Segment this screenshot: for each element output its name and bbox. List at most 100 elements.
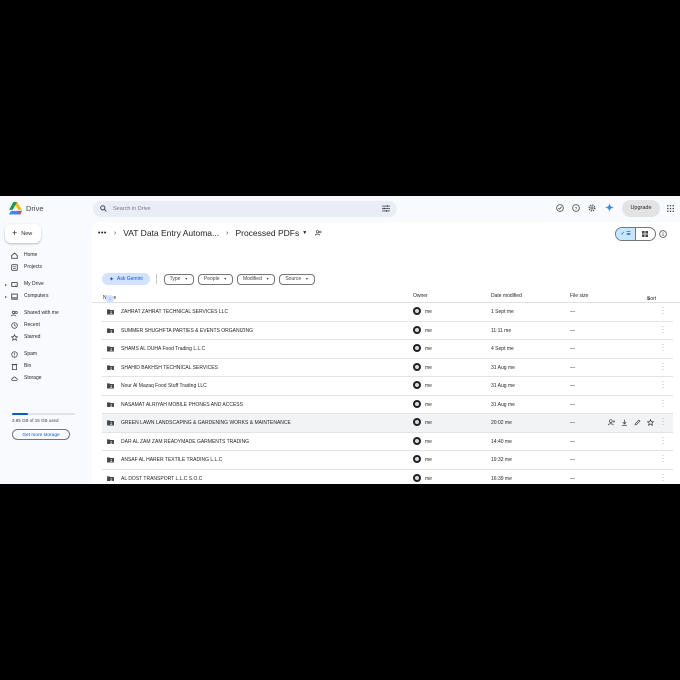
breadcrumb-folder[interactable]: VAT Data Entry Automa... bbox=[123, 228, 219, 238]
more-actions-icon[interactable]: · · · bbox=[661, 324, 665, 336]
gemini-icon[interactable] bbox=[605, 203, 614, 212]
more-actions-icon[interactable]: · · · bbox=[661, 435, 665, 447]
upgrade-button[interactable]: Upgrade bbox=[622, 200, 660, 217]
file-date: 31 Aug me bbox=[491, 401, 515, 408]
search-bar[interactable] bbox=[93, 201, 397, 217]
storage-usage-text: 3.85 GB of 15 GB used bbox=[12, 418, 59, 423]
more-actions-icon[interactable]: · · · bbox=[661, 361, 665, 373]
column-header-owner[interactable]: Owner bbox=[413, 293, 428, 299]
apps-grid-icon[interactable] bbox=[667, 205, 674, 212]
rename-icon[interactable] bbox=[634, 419, 641, 426]
file-name: AL DOST TRANSPORT L.L.C S.O.C bbox=[121, 475, 203, 482]
app-name[interactable]: Drive bbox=[26, 204, 44, 213]
help-icon[interactable]: ? bbox=[572, 204, 580, 212]
table-row[interactable]: SHAHID BAKHSH TECHNICAL SERVICES me 31 A… bbox=[102, 359, 673, 377]
file-date: 14:40 me bbox=[491, 438, 512, 445]
file-date: 19:32 me bbox=[491, 457, 512, 463]
grid-view-icon bbox=[642, 231, 649, 237]
more-actions-icon[interactable]: · · · bbox=[661, 305, 665, 317]
chip-label: Source bbox=[285, 276, 302, 282]
file-name: GREEN LAWN LANDSCAPING & GARDENING WORKS… bbox=[121, 420, 291, 426]
file-owner: me bbox=[425, 475, 432, 482]
table-row[interactable]: Nour Al Mazaq Food Stuff Trading LLC me … bbox=[102, 377, 673, 396]
more-breadcrumbs-icon[interactable]: ••• bbox=[98, 230, 107, 237]
search-input[interactable] bbox=[113, 203, 353, 215]
more-actions-icon[interactable]: · · · bbox=[661, 379, 665, 391]
grid-view-button[interactable] bbox=[635, 228, 655, 240]
filter-bar: ✦ Ask Gemini Type ▼ People ▼ Modified ▼ Sou… bbox=[102, 273, 319, 285]
shared-folder-icon bbox=[107, 309, 114, 315]
filter-chip-type[interactable]: Type ▼ bbox=[163, 273, 194, 285]
avatar bbox=[413, 362, 421, 371]
expand-caret-icon[interactable]: ▸ bbox=[5, 282, 7, 287]
column-header-date[interactable]: Date modified bbox=[491, 293, 522, 299]
table-row[interactable]: ZAHRAT ZAHRAT TECHNICAL SERVICES LLC me … bbox=[102, 303, 673, 322]
table-row[interactable]: SHAMS AL DUHA Food Trading L.L.C me 4 Se… bbox=[102, 340, 673, 359]
table-row[interactable]: SUMMER SHUGHFTA PARTIES & EVENTS ORGANIZ… bbox=[102, 322, 673, 340]
search-options-icon[interactable] bbox=[382, 205, 390, 212]
plus-icon: + bbox=[12, 228, 18, 238]
more-actions-icon[interactable]: · · · bbox=[661, 472, 665, 484]
more-actions-icon[interactable]: · · · bbox=[661, 342, 665, 354]
sidebar-item-recent[interactable]: Recent bbox=[4, 320, 88, 330]
chip-label: People bbox=[203, 276, 220, 282]
bin-icon bbox=[11, 364, 18, 370]
sidebar-item-starred[interactable]: Starred bbox=[4, 332, 88, 342]
offline-status-icon[interactable] bbox=[556, 204, 564, 212]
sidebar-item-storage[interactable]: Storage bbox=[4, 373, 88, 383]
dropdown-arrow-icon: ▼ bbox=[184, 277, 188, 281]
file-owner: me bbox=[425, 383, 432, 389]
file-date: 16:39 me bbox=[491, 475, 512, 482]
table-header: Name↓ Owner Date modified File size ≡ So… bbox=[92, 290, 680, 303]
dropdown-arrow-icon[interactable]: ▼ bbox=[302, 230, 307, 236]
sidebar-item-spam[interactable]: Spam bbox=[4, 349, 88, 359]
list-view-button[interactable]: ✓ ☰ bbox=[616, 228, 636, 240]
download-icon[interactable] bbox=[621, 419, 628, 426]
more-actions-icon[interactable]: · · · bbox=[661, 398, 665, 410]
table-row[interactable]: NASAMAT ALRIYAH MOBILE PHONES AND ACCESS… bbox=[102, 396, 673, 414]
table-row[interactable]: ANSAF AL HARER TEXTILE TRADING L.L.C me … bbox=[102, 451, 673, 470]
table-row[interactable]: DAR AL ZAM ZAM READYMADE GARMENTS TRADIN… bbox=[102, 433, 673, 451]
storage-usage-bar bbox=[12, 413, 75, 415]
file-size: — bbox=[570, 420, 575, 426]
projects-icon bbox=[11, 264, 18, 271]
star-icon[interactable] bbox=[647, 419, 654, 426]
expand-caret-icon[interactable]: ▸ bbox=[5, 294, 7, 299]
filter-chip-modified[interactable]: Modified ▼ bbox=[236, 273, 276, 285]
file-name: SHAMS AL DUHA Food Trading L.L.C bbox=[121, 346, 206, 352]
more-actions-icon[interactable]: · · · bbox=[661, 416, 665, 428]
filter-chip-people[interactable]: People ▼ bbox=[197, 273, 233, 285]
filter-chip-source[interactable]: Source ▼ bbox=[279, 273, 315, 285]
avatar bbox=[413, 455, 421, 463]
more-actions-icon[interactable]: · · · bbox=[661, 453, 665, 465]
file-name: NASAMAT ALRIYAH MOBILE PHONES AND ACCESS bbox=[121, 401, 243, 408]
settings-icon[interactable] bbox=[588, 204, 596, 212]
search-icon[interactable] bbox=[100, 205, 107, 212]
drive-logo-icon[interactable] bbox=[9, 202, 22, 215]
sidebar-item-label: Computers bbox=[24, 293, 49, 299]
sidebar-item-label: Home bbox=[24, 252, 38, 258]
sidebar-item-shared-with-me[interactable]: Shared with me bbox=[4, 308, 88, 318]
table-row-hovered[interactable]: GREEN LAWN LANDSCAPING & GARDENING WORKS… bbox=[102, 414, 673, 433]
breadcrumb-current[interactable]: Processed PDFs bbox=[235, 228, 299, 238]
share-icon[interactable] bbox=[608, 419, 615, 426]
sidebar-item-projects[interactable]: Projects bbox=[4, 262, 88, 272]
my-drive-icon bbox=[11, 281, 18, 288]
ask-gemini-button[interactable]: ✦ Ask Gemini bbox=[102, 273, 150, 285]
file-name: SUMMER SHUGHFTA PARTIES & EVENTS ORGANIZ… bbox=[121, 327, 253, 334]
new-button[interactable]: + New bbox=[5, 224, 41, 243]
sidebar-item-bin[interactable]: Bin bbox=[4, 361, 88, 371]
get-more-storage-button[interactable]: Get more storage bbox=[12, 429, 70, 440]
sidebar-item-my-drive[interactable]: ▸ My Drive bbox=[4, 279, 88, 289]
sidebar-item-home[interactable]: Home bbox=[4, 250, 88, 260]
shared-folder-icon bbox=[107, 420, 114, 426]
column-header-size[interactable]: File size bbox=[570, 293, 588, 299]
table-row[interactable]: AL DOST TRANSPORT L.L.C S.O.C me 16:39 m… bbox=[102, 470, 673, 485]
info-icon[interactable] bbox=[659, 230, 667, 238]
sort-ascending-icon[interactable]: ↓ bbox=[106, 295, 114, 303]
file-name: SHAHID BAKHSH TECHNICAL SERVICES bbox=[121, 364, 218, 371]
sidebar-item-computers[interactable]: ▸ Computers bbox=[4, 291, 88, 301]
clock-icon bbox=[11, 322, 18, 329]
dropdown-arrow-icon: ▼ bbox=[265, 277, 270, 281]
file-date: 20:02 me bbox=[491, 420, 512, 426]
